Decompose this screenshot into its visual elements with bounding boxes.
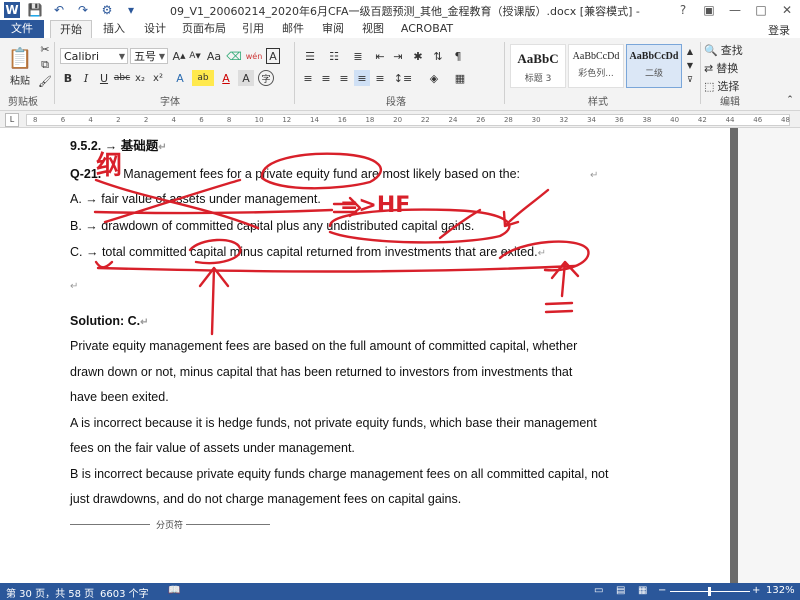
- page-count[interactable]: 第 30 页，共 58 页: [6, 585, 94, 600]
- web-layout-icon[interactable]: ▦: [638, 585, 647, 596]
- circle-option-c-end: [498, 240, 590, 272]
- status-bar: 第 30 页，共 58 页 6603 个字 📖 ▭ ▤ ▦ − + 132%: [0, 583, 800, 600]
- zoom-level[interactable]: 132%: [766, 585, 795, 596]
- equals-mark: [544, 301, 574, 314]
- print-layout-icon[interactable]: ▤: [616, 585, 625, 596]
- hand-note: 纲: [96, 150, 122, 181]
- circle-committed-capital: [188, 238, 242, 265]
- circle-private-equity: [260, 152, 382, 190]
- tick-option-c: [94, 260, 114, 269]
- word-count[interactable]: 6603 个字: [100, 585, 149, 600]
- zoom-in-icon[interactable]: +: [752, 585, 760, 596]
- strike-option-b: [438, 208, 482, 240]
- handwritten-annotations: 纲 =>HF: [93, 150, 590, 336]
- arrow-option-b: [502, 188, 550, 228]
- zoom-slider-thumb[interactable]: [708, 587, 711, 596]
- hf-note: =>HF: [340, 193, 410, 218]
- underline-option-c: [96, 264, 577, 273]
- up-arrow-committed: [198, 266, 230, 336]
- read-mode-icon[interactable]: ▭: [594, 585, 603, 596]
- underline-option-a: [93, 208, 334, 215]
- proofing-icon[interactable]: 📖: [168, 585, 180, 596]
- zoom-out-icon[interactable]: −: [658, 585, 666, 596]
- strike-option-a: [94, 178, 260, 230]
